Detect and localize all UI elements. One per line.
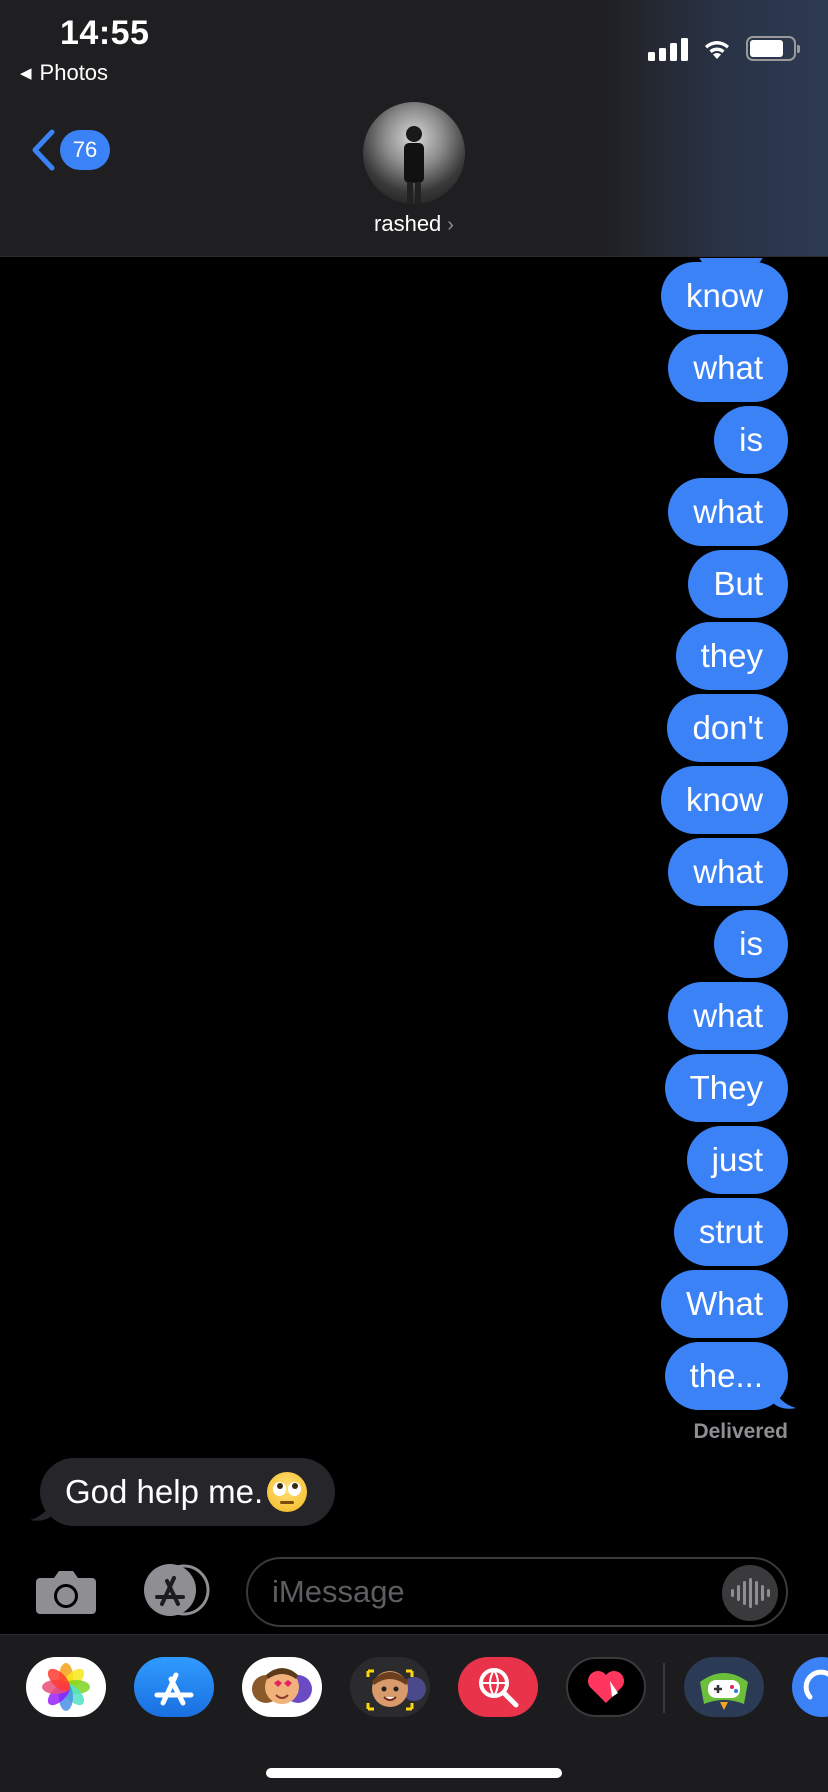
status-icons [648,36,800,61]
animoji-icon[interactable] [350,1657,430,1717]
outgoing-message[interactable]: just [686,1126,788,1194]
chevron-left-icon [32,129,55,171]
memoji-stickers-icon[interactable] [242,1657,322,1717]
outgoing-message[interactable]: what [668,478,788,546]
audio-message-button[interactable] [722,1565,778,1621]
message-input-field[interactable] [246,1557,788,1627]
outgoing-message[interactable]: don't [667,694,788,762]
app-drawer [0,1634,828,1792]
app-store-icon[interactable] [134,1657,214,1717]
outgoing-message[interactable]: what [668,838,788,906]
contact-name: rashed [374,211,442,236]
app-store-drawer-icon[interactable] [140,1564,212,1616]
photos-app-icon[interactable] [26,1657,106,1717]
outgoing-message[interactable]: is [714,406,788,474]
chevron-right-icon: › [447,214,454,236]
status-time: 14:55 [60,14,150,52]
cellular-signal-icon [648,37,688,61]
outgoing-message[interactable]: strut [673,1198,788,1266]
outgoing-message[interactable]: what [668,982,788,1050]
battery-icon [746,36,800,61]
outgoing-message[interactable]: know [660,766,788,834]
drawer-divider [663,1663,665,1713]
outgoing-message[interactable]: What [660,1270,788,1338]
outgoing-message[interactable]: what [668,334,788,402]
outgoing-message[interactable]: the... [664,1342,788,1410]
incoming-message-text: God help me. [65,1473,264,1510]
incoming-message[interactable]: God help me. [40,1458,336,1526]
home-indicator[interactable] [266,1768,562,1778]
contact-avatar[interactable] [363,102,465,204]
status-back-label: Photos [39,60,109,85]
web-search-icon[interactable] [458,1657,538,1717]
avatar-photo-icon [404,126,424,204]
compose-bar [0,1548,828,1634]
outgoing-message[interactable]: know [660,262,788,330]
outgoing-message[interactable]: is [714,910,788,978]
camera-icon[interactable] [34,1568,98,1616]
unread-count-badge: 76 [60,130,110,170]
wifi-icon [705,40,729,59]
status-back-to-app[interactable]: ◀ Photos [20,60,108,86]
eye-roll-emoji-icon [267,1472,308,1512]
message-list[interactable]: know what is what But they don't know wh… [0,258,828,1548]
outgoing-bubble-tail [772,1380,796,1409]
outgoing-message[interactable]: They [664,1054,788,1122]
outgoing-message[interactable]: But [688,550,788,618]
game-app-icon[interactable] [684,1657,764,1717]
conversation-header: 14:55 ◀ Photos 76 rashed › [0,0,828,257]
contact-name-button[interactable]: rashed › [0,211,828,237]
message-input[interactable] [272,1574,692,1610]
outgoing-message[interactable]: they [675,622,788,690]
back-triangle-icon: ◀ [20,65,32,82]
digital-touch-icon[interactable] [566,1657,646,1717]
more-app-icon[interactable] [792,1657,828,1717]
back-to-conversations-button[interactable]: 76 [30,128,110,172]
delivery-status: Delivered [693,1420,788,1443]
